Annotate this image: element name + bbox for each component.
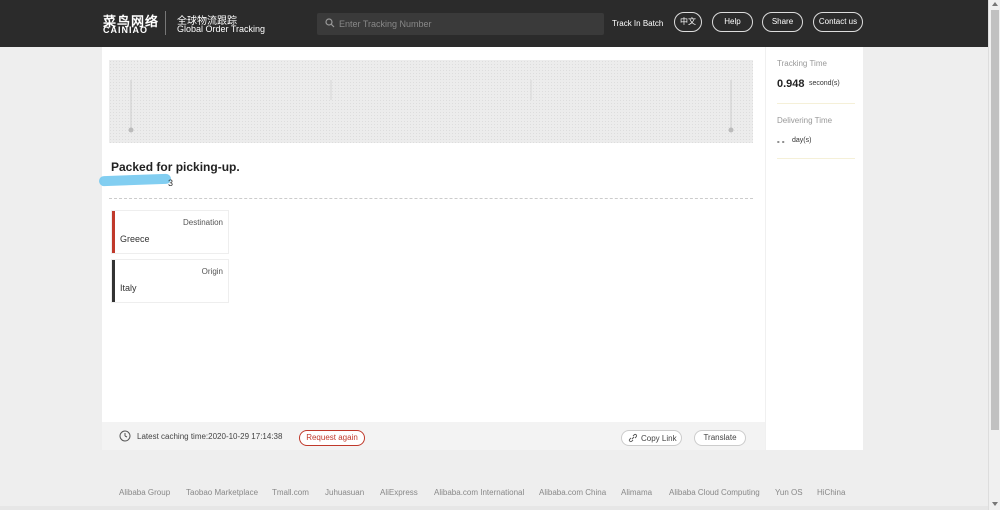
footer-link[interactable]: Alibaba Cloud Computing [669, 488, 760, 497]
scrollbar-thumb[interactable] [991, 10, 999, 430]
copy-link-button[interactable]: Copy Link [621, 430, 682, 446]
clock-icon [119, 430, 131, 442]
footer-link[interactable]: Taobao Marketplace [186, 488, 258, 497]
language-button[interactable]: 中文 [674, 12, 702, 32]
request-again-button[interactable]: Request again [299, 430, 365, 446]
origin-card: Origin Italy [111, 259, 229, 303]
destination-label: Destination [182, 218, 223, 227]
track-in-batch-link[interactable]: Track In Batch [612, 19, 663, 28]
footer-link[interactable]: AliExpress [380, 488, 418, 497]
footer-link[interactable]: HiChina [817, 488, 845, 497]
route-map-graphic [109, 60, 753, 143]
tracking-footer-bar: Latest caching time:2020-10-29 17:14:38 … [102, 422, 772, 450]
timing-panel: Tracking Time 0.948 second(s) Delivering… [765, 47, 863, 450]
copy-link-label: Copy Link [641, 434, 677, 443]
side-divider [777, 103, 855, 104]
delivering-time-value: - - [777, 137, 785, 146]
footer-link[interactable]: Juhuasuan [325, 488, 364, 497]
footer-link[interactable]: Alibaba.com China [539, 488, 606, 497]
vertical-scrollbar[interactable] [988, 0, 1000, 510]
search-box[interactable] [317, 13, 604, 35]
help-button[interactable]: Help [712, 12, 753, 32]
latest-caching-time: Latest caching time:2020-10-29 17:14:38 [137, 432, 283, 441]
destination-card: Destination Greece [111, 210, 229, 254]
tracking-time-label: Tracking Time [777, 59, 827, 68]
logo-divider [165, 11, 166, 35]
share-button[interactable]: Share [762, 12, 803, 32]
scroll-up-arrow-icon[interactable] [992, 2, 998, 6]
tracking-panel: Packed for picking-up. 3 Destination Gre… [98, 47, 772, 450]
route-point-destination [728, 127, 734, 133]
origin-accent-bar [112, 260, 115, 302]
tracking-time-value: 0.948 [777, 78, 805, 90]
footer-link[interactable]: Alimama [621, 488, 652, 497]
horizontal-scrollbar[interactable] [0, 506, 988, 510]
section-divider [109, 198, 753, 199]
destination-accent-bar [112, 211, 115, 253]
scroll-down-arrow-icon[interactable] [992, 502, 998, 506]
footer-links: Alibaba Group Taobao Marketplace Tmall.c… [0, 488, 988, 500]
footer-link[interactable]: Alibaba Group [119, 488, 170, 497]
footer-link[interactable]: Yun OS [775, 488, 803, 497]
delivering-time-label: Delivering Time [777, 116, 833, 125]
route-map [109, 60, 753, 143]
logo-english[interactable]: CAINIAO [103, 25, 148, 35]
link-icon [628, 433, 638, 443]
tracking-number-input[interactable] [339, 13, 599, 35]
delivering-time-unit: day(s) [792, 137, 812, 144]
tracking-number-tail: 3 [168, 178, 174, 188]
route-point-origin [128, 127, 134, 133]
destination-value: Greece [120, 234, 150, 244]
tracking-time-unit: second(s) [809, 80, 840, 87]
redacted-tracking-number [98, 173, 172, 187]
search-icon [325, 18, 335, 28]
origin-label: Origin [201, 267, 223, 276]
footer-link[interactable]: Alibaba.com International [434, 488, 524, 497]
shipment-status: Packed for picking-up. [111, 160, 240, 174]
side-divider [777, 158, 855, 159]
footer-link[interactable]: Tmall.com [272, 488, 309, 497]
translate-button[interactable]: Translate [694, 430, 746, 446]
origin-value: Italy [120, 283, 137, 293]
top-header: 菜鸟网络 CAINIAO 全球物流跟踪 Global Order Trackin… [0, 0, 988, 47]
site-subtitle-english: Global Order Tracking [177, 24, 266, 34]
contact-us-button[interactable]: Contact us [813, 12, 863, 32]
